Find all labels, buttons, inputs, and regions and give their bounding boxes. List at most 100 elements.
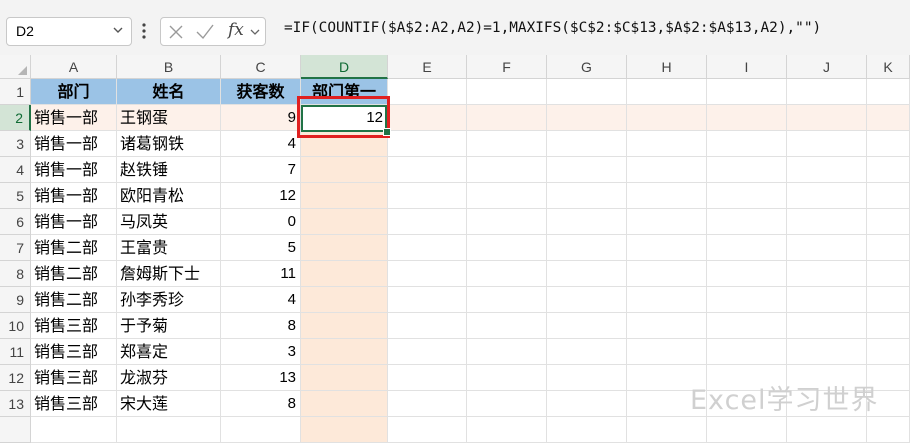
count-cell[interactable]: 8 <box>221 313 301 339</box>
cell[interactable] <box>707 131 787 157</box>
cell[interactable] <box>467 235 547 261</box>
dept-cell[interactable]: 销售一部 <box>31 105 117 131</box>
cell[interactable] <box>627 209 707 235</box>
cell[interactable] <box>707 235 787 261</box>
cell[interactable] <box>467 391 547 417</box>
cell[interactable] <box>627 105 707 131</box>
name-cell[interactable]: 诸葛钢铁 <box>117 131 221 157</box>
cell[interactable] <box>467 261 547 287</box>
first-cell[interactable] <box>301 131 388 157</box>
count-cell[interactable]: 4 <box>221 131 301 157</box>
count-cell[interactable]: 9 <box>221 105 301 131</box>
cell[interactable] <box>627 79 707 105</box>
name-box-value[interactable]: D2 <box>16 23 34 39</box>
cell[interactable] <box>627 313 707 339</box>
cell[interactable] <box>867 79 910 105</box>
cell[interactable] <box>547 339 627 365</box>
cell[interactable] <box>388 235 467 261</box>
cell[interactable] <box>787 105 867 131</box>
cell[interactable] <box>467 287 547 313</box>
cell[interactable] <box>388 261 467 287</box>
cancel-icon[interactable] <box>167 23 185 41</box>
name-cell[interactable]: 马凤英 <box>117 209 221 235</box>
cell[interactable] <box>867 287 910 313</box>
first-cell[interactable] <box>301 157 388 183</box>
cell[interactable] <box>547 365 627 391</box>
cell[interactable] <box>388 105 467 131</box>
cell[interactable] <box>627 287 707 313</box>
chevron-down-icon[interactable] <box>249 26 261 38</box>
first-cell[interactable] <box>301 287 388 313</box>
name-cell[interactable]: 龙淑芬 <box>117 365 221 391</box>
cell[interactable] <box>627 131 707 157</box>
row-header-3[interactable]: 3 <box>0 131 31 157</box>
count-cell[interactable]: 11 <box>221 261 301 287</box>
chevron-down-icon[interactable] <box>111 23 125 37</box>
cell[interactable] <box>467 209 547 235</box>
insert-function-icon[interactable]: fx <box>228 20 244 40</box>
dept-cell[interactable]: 销售一部 <box>31 209 117 235</box>
cell[interactable] <box>547 183 627 209</box>
header-cell-c[interactable]: 获客数 <box>221 79 301 105</box>
cell[interactable] <box>221 417 301 443</box>
name-cell[interactable]: 于予菊 <box>117 313 221 339</box>
first-cell[interactable] <box>301 261 388 287</box>
cell[interactable] <box>117 417 221 443</box>
column-header-k[interactable]: K <box>867 55 910 79</box>
name-cell[interactable]: 王富贵 <box>117 235 221 261</box>
fill-handle[interactable] <box>383 128 391 136</box>
cell[interactable] <box>388 417 467 443</box>
cell[interactable] <box>867 261 910 287</box>
cell[interactable] <box>388 313 467 339</box>
cell[interactable] <box>467 79 547 105</box>
cell[interactable] <box>467 183 547 209</box>
name-cell[interactable]: 王钢蛋 <box>117 105 221 131</box>
cell[interactable] <box>467 131 547 157</box>
cell[interactable] <box>627 261 707 287</box>
column-header-f[interactable]: F <box>467 55 547 79</box>
dept-cell[interactable]: 销售一部 <box>31 183 117 209</box>
cell[interactable] <box>627 183 707 209</box>
cell[interactable] <box>787 313 867 339</box>
cell[interactable] <box>707 261 787 287</box>
cell[interactable] <box>547 79 627 105</box>
cell[interactable] <box>627 157 707 183</box>
cell[interactable] <box>467 105 547 131</box>
cell[interactable] <box>547 235 627 261</box>
cell[interactable] <box>867 339 910 365</box>
cell[interactable] <box>547 261 627 287</box>
column-header-e[interactable]: E <box>388 55 467 79</box>
first-cell[interactable] <box>301 391 388 417</box>
count-cell[interactable]: 0 <box>221 209 301 235</box>
row-header-4[interactable]: 4 <box>0 157 31 183</box>
cell[interactable] <box>467 365 547 391</box>
cell[interactable] <box>867 157 910 183</box>
formula-input[interactable]: =IF(COUNTIF($A$2:A2,A2)=1,MAXIFS($C$2:$C… <box>284 20 910 36</box>
column-header-h[interactable]: H <box>627 55 707 79</box>
row-header-8[interactable]: 8 <box>0 261 31 287</box>
cell[interactable] <box>547 417 627 443</box>
row-header-11[interactable]: 11 <box>0 339 31 365</box>
cell[interactable] <box>388 391 467 417</box>
cell[interactable] <box>31 417 117 443</box>
cell[interactable] <box>547 287 627 313</box>
count-cell[interactable]: 7 <box>221 157 301 183</box>
cell[interactable] <box>787 339 867 365</box>
cell[interactable] <box>787 235 867 261</box>
count-cell[interactable]: 13 <box>221 365 301 391</box>
cell[interactable] <box>707 105 787 131</box>
cell[interactable] <box>707 417 787 443</box>
dept-cell[interactable]: 销售三部 <box>31 365 117 391</box>
dept-cell[interactable]: 销售一部 <box>31 157 117 183</box>
first-cell[interactable] <box>301 209 388 235</box>
dept-cell[interactable]: 销售一部 <box>31 131 117 157</box>
cell[interactable] <box>867 183 910 209</box>
dept-cell[interactable]: 销售二部 <box>31 261 117 287</box>
cell[interactable] <box>301 417 388 443</box>
cell[interactable] <box>388 287 467 313</box>
confirm-icon[interactable] <box>195 23 215 41</box>
cell[interactable] <box>547 131 627 157</box>
cell[interactable] <box>707 339 787 365</box>
header-cell-a[interactable]: 部门 <box>31 79 117 105</box>
cell[interactable] <box>388 131 467 157</box>
